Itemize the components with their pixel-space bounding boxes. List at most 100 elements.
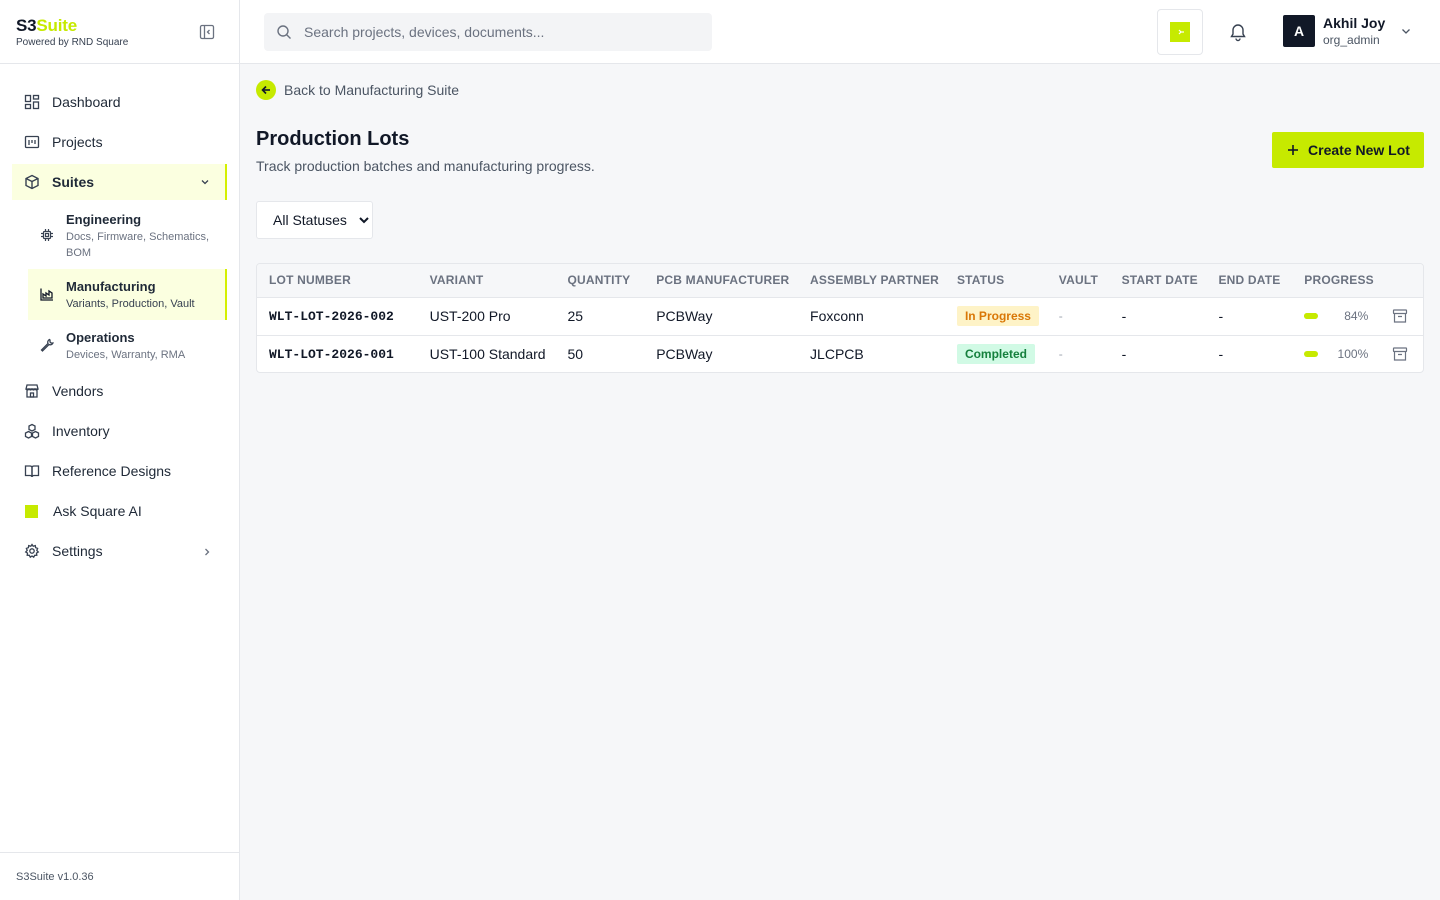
chip-icon xyxy=(40,228,54,242)
chevron-right-icon xyxy=(201,545,213,557)
sidebar-subitem-title: Operations xyxy=(66,330,135,345)
lot-number[interactable]: WLT-LOT-2026-001 xyxy=(257,335,418,372)
vault: - xyxy=(1058,347,1063,362)
assembly-partner: JLCPCB xyxy=(810,346,864,363)
assembly-partner: Foxconn xyxy=(810,308,864,324)
start-date: - xyxy=(1121,346,1127,363)
status-badge: In Progress xyxy=(956,306,1039,326)
progress-cell: 100% xyxy=(1292,335,1380,372)
table-row[interactable]: WLT-LOT-2026-001 UST-100 Standard 50 PCB… xyxy=(257,335,1423,372)
search-input[interactable] xyxy=(304,24,684,40)
search-box[interactable] xyxy=(264,13,712,51)
sidebar-item-reference-designs[interactable]: Reference Designs xyxy=(0,451,239,491)
sidebar-collapse-icon[interactable] xyxy=(199,24,215,40)
square-app-button[interactable] xyxy=(1157,9,1203,55)
column-header: PCB MANUFACTURER xyxy=(656,273,790,288)
sidebar-item-vendors[interactable]: Vendors xyxy=(0,371,239,411)
progress-percent: 100% xyxy=(1337,347,1369,362)
page-subtitle: Track production batches and manufacturi… xyxy=(256,158,595,174)
column-header: PROGRESS xyxy=(1304,273,1374,288)
user-role: org_admin xyxy=(1323,33,1380,47)
column-header: VARIANT xyxy=(429,273,484,288)
column-header-actions xyxy=(1380,264,1423,297)
pcb-manufacturer: PCBWay xyxy=(656,346,713,363)
sidebar-item-label: Reference Designs xyxy=(52,463,172,479)
sidebar-item-label: Settings xyxy=(52,543,103,559)
sidebar-item-ask-ai[interactable]: Ask Square AI xyxy=(0,491,239,531)
create-new-lot-label: Create New Lot xyxy=(1308,142,1410,158)
status-filter-select[interactable]: All Statuses xyxy=(256,201,373,239)
user-menu[interactable]: A Akhil Joy org_admin xyxy=(1283,14,1413,48)
arrow-left-icon xyxy=(256,80,276,100)
column-header: ASSEMBLY PARTNER xyxy=(810,273,940,288)
progress-fill xyxy=(1304,313,1316,319)
projects-icon xyxy=(24,134,40,150)
archive-icon[interactable] xyxy=(1392,346,1408,362)
column-header: END DATE xyxy=(1218,273,1281,288)
back-link[interactable]: Back to Manufacturing Suite xyxy=(256,80,459,100)
column-header: QUANTITY xyxy=(567,273,631,288)
progress-cell: 84% xyxy=(1292,297,1380,335)
sidebar-item-label: Ask Square AI xyxy=(53,503,142,519)
archive-icon[interactable] xyxy=(1392,308,1408,324)
brand: S3Suite Powered by RND Square xyxy=(0,0,239,64)
pcb-manufacturer: PCBWay xyxy=(656,308,713,324)
page-title: Production Lots xyxy=(256,128,410,150)
square-logo-icon xyxy=(1170,22,1190,42)
top-header: A Akhil Joy org_admin xyxy=(240,0,1440,64)
variant: UST-200 Pro xyxy=(429,308,511,324)
user-name: Akhil Joy xyxy=(1323,15,1386,31)
factory-icon xyxy=(40,287,54,301)
sidebar-item-settings[interactable]: Settings xyxy=(0,531,239,571)
end-date: - xyxy=(1218,346,1224,363)
brand-logo[interactable]: S3Suite xyxy=(16,16,223,36)
sidebar-subitem-desc: Variants, Production, Vault xyxy=(66,298,195,310)
status-badge: Completed xyxy=(956,344,1035,365)
chevron-down-icon xyxy=(199,175,211,187)
plus-icon xyxy=(1286,143,1300,157)
column-header: VAULT xyxy=(1058,273,1099,288)
progress-percent: 84% xyxy=(1344,309,1369,323)
gear-icon xyxy=(24,543,40,559)
sidebar-subitem-operations[interactable]: Operations Devices, Warranty, RMA xyxy=(0,320,239,371)
column-header: LOT NUMBER xyxy=(269,273,351,288)
column-header: START DATE xyxy=(1121,273,1198,288)
bell-icon[interactable] xyxy=(1228,22,1248,42)
store-icon xyxy=(24,383,40,399)
main-content: Back to Manufacturing Suite Production L… xyxy=(240,64,1440,900)
box-icon xyxy=(24,174,40,190)
lot-number[interactable]: WLT-LOT-2026-002 xyxy=(257,297,418,335)
start-date: - xyxy=(1121,308,1127,324)
quantity: 50 xyxy=(567,346,584,363)
create-new-lot-button[interactable]: Create New Lot xyxy=(1272,132,1424,168)
dashboard-icon xyxy=(24,94,40,110)
sidebar-subitem-title: Engineering xyxy=(66,212,142,227)
book-open-icon xyxy=(24,463,40,479)
production-lots-table: LOT NUMBER VARIANT QUANTITY PCB MANUFACT… xyxy=(256,263,1424,373)
chevron-down-icon xyxy=(1399,24,1413,38)
actions-cell xyxy=(1380,335,1423,372)
table-row[interactable]: WLT-LOT-2026-002 UST-200 Pro 25 PCBWay F… xyxy=(257,297,1423,335)
sidebar: S3Suite Powered by RND Square Dashboard … xyxy=(0,0,240,900)
sidebar-item-label: Projects xyxy=(52,134,103,150)
sidebar-subitem-engineering[interactable]: Engineering Docs, Firmware, Schematics, … xyxy=(0,202,239,269)
variant: UST-100 Standard xyxy=(429,346,546,363)
square-ai-icon xyxy=(25,505,38,518)
app-version: S3Suite v1.0.36 xyxy=(0,852,239,900)
sidebar-item-inventory[interactable]: Inventory xyxy=(0,411,239,451)
vault: - xyxy=(1058,309,1063,323)
actions-cell xyxy=(1380,297,1423,335)
search-icon xyxy=(276,24,292,40)
brand-name-b: Suite xyxy=(36,16,77,35)
sidebar-item-suites[interactable]: Suites xyxy=(12,164,227,200)
quantity: 25 xyxy=(567,308,584,324)
sidebar-subitem-desc: Devices, Warranty, RMA xyxy=(66,349,186,361)
progress-bar xyxy=(1304,351,1319,358)
sidebar-item-dashboard[interactable]: Dashboard xyxy=(0,82,239,122)
sidebar-item-projects[interactable]: Projects xyxy=(0,122,239,162)
avatar: A xyxy=(1283,15,1315,47)
sidebar-item-label: Dashboard xyxy=(52,94,121,110)
status-cell: In Progress xyxy=(945,297,1047,335)
sidebar-subitem-manufacturing[interactable]: Manufacturing Variants, Production, Vaul… xyxy=(28,269,227,320)
brand-tagline: Powered by RND Square xyxy=(16,37,129,48)
